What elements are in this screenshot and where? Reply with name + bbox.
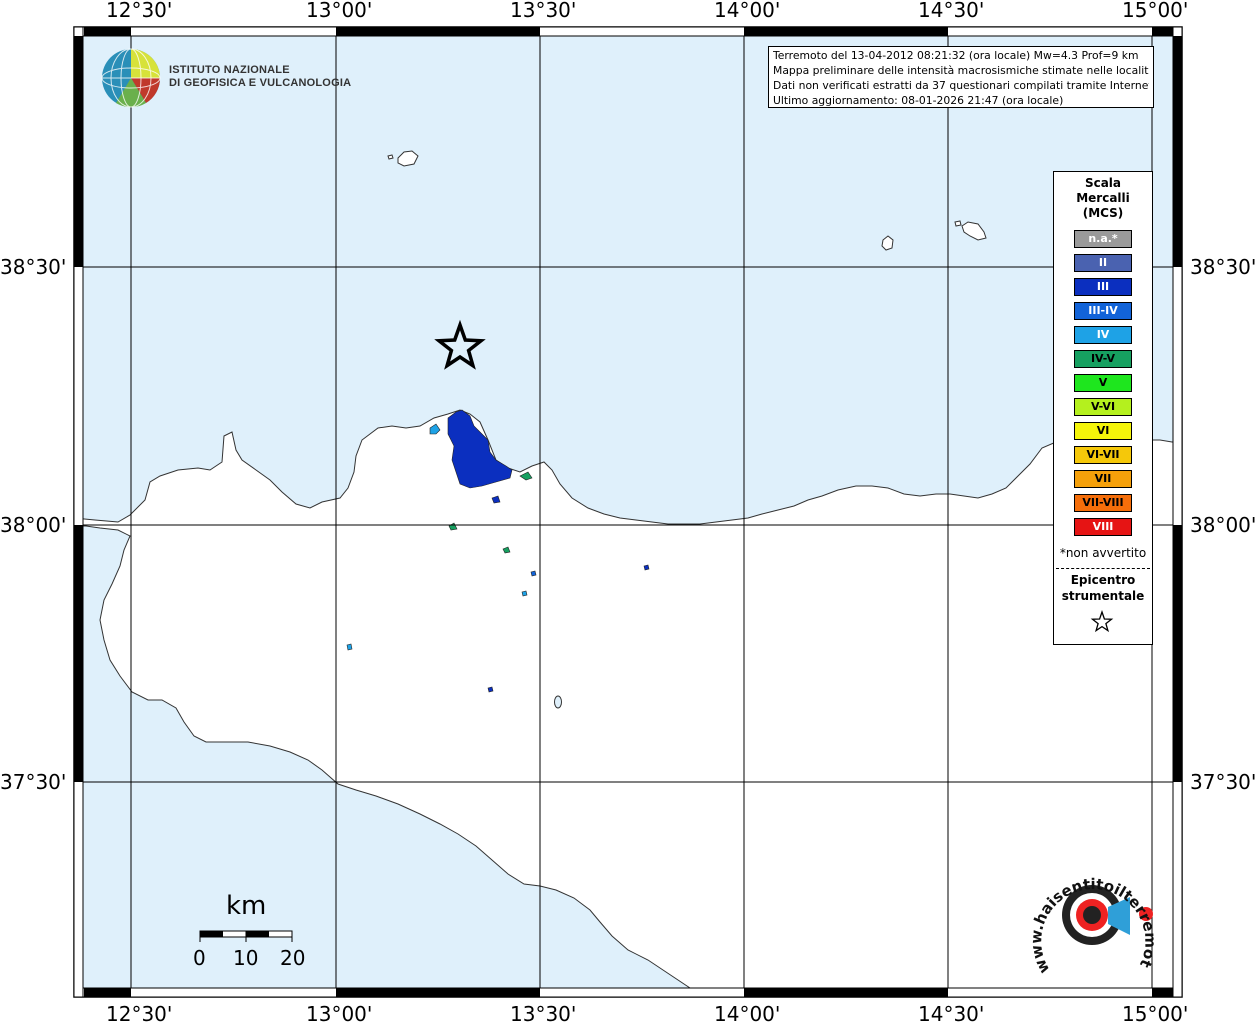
legend-swatch-12: VIII <box>1074 518 1132 536</box>
scale-bar-label-10: 10 <box>233 946 259 970</box>
legend-swatch-7: V-VI <box>1074 398 1132 416</box>
lon-label-bottom-3: 13°30' <box>510 1002 577 1026</box>
info-line-event: Terremoto del 13-04-2012 08:21:32 (ora l… <box>773 49 1139 62</box>
intensity-area-8 <box>487 686 494 693</box>
event-info-box: Terremoto del 13-04-2012 08:21:32 (ora l… <box>768 46 1154 108</box>
legend-epicenter-line2: strumentale <box>1061 589 1145 603</box>
ingv-line2: DI GEOFISICA E VULCANOLOGIA <box>169 77 352 89</box>
intensity-area-5 <box>521 590 528 597</box>
lon-label-top-4: 14°00' <box>714 0 781 22</box>
legend-swatch-2: III <box>1074 278 1132 296</box>
lon-label-top-3: 13°30' <box>510 0 577 22</box>
lat-label-left-2: 38°00' <box>0 513 67 537</box>
scale-bar-unit: km <box>226 891 267 921</box>
haisentito-logo-text: www.haisentitoilterremoto.it <box>1030 852 1159 977</box>
ingv-line1: ISTITUTO NAZIONALE <box>169 64 290 76</box>
scale-bar-label-0: 0 <box>193 946 206 970</box>
lat-label-left-1: 38°30' <box>0 255 67 279</box>
lon-label-top-1: 12°30' <box>106 0 173 22</box>
lon-label-top-6: 15°00' <box>1122 0 1189 22</box>
intensity-area-7 <box>346 643 353 651</box>
legend-note: *non avvertito <box>1059 546 1147 560</box>
legend-swatch-5: IV-V <box>1074 350 1132 368</box>
legend-swatch-6: V <box>1074 374 1132 392</box>
legend-swatch-3: III-IV <box>1074 302 1132 320</box>
legend-swatch-10: VII <box>1074 470 1132 488</box>
scale-bar-label-20: 20 <box>280 946 306 970</box>
legend-swatch-4: IV <box>1074 326 1132 344</box>
legend-swatch-9: VI-VII <box>1074 446 1132 464</box>
lon-label-bottom-4: 14°00' <box>714 1002 781 1026</box>
ingv-globe-icon <box>101 48 161 108</box>
lon-label-bottom-1: 12°30' <box>106 1002 173 1026</box>
legend-epicenter-label: Epicentro strumentale <box>1054 572 1152 604</box>
legend-swatch-8: VI <box>1074 422 1132 440</box>
intensity-legend: Scala Mercalli (MCS) n.a.* II III III-IV IV I… <box>1053 171 1153 645</box>
lon-label-bottom-5: 14°30' <box>918 1002 985 1026</box>
lon-label-top-5: 14°30' <box>918 0 985 22</box>
lat-label-left-3: 37°30' <box>0 770 67 794</box>
info-line-description: Mappa preliminare delle intensità macros… <box>773 64 1149 77</box>
islet-1 <box>387 154 394 160</box>
legend-star-icon <box>1090 610 1114 633</box>
legend-epicenter-line1: Epicentro <box>1070 573 1136 587</box>
lon-label-bottom-6: 15°00' <box>1122 1002 1189 1026</box>
haisentito-url: www.haisentitoilterremoto.it <box>1030 852 1159 977</box>
lat-label-right-1: 38°30' <box>1190 255 1255 279</box>
legend-swatch-1: II <box>1074 254 1132 272</box>
info-line-data-source: Dati non verificati estratti da 37 quest… <box>773 79 1149 92</box>
legend-title-line3: (MCS) <box>1082 206 1124 220</box>
intensity-area-6 <box>643 564 650 571</box>
legend-title: Scala Mercalli (MCS) <box>1054 176 1152 221</box>
legend-swatch-0: n.a.* <box>1074 230 1132 248</box>
lat-label-right-3: 37°30' <box>1190 770 1255 794</box>
legend-title-line2: Mercalli <box>1076 191 1130 205</box>
legend-title-line1: Scala <box>1084 176 1122 190</box>
lat-label-right-2: 38°00' <box>1190 513 1255 537</box>
intensity-area-4 <box>530 570 537 577</box>
ingv-logo-text: ISTITUTO NAZIONALE DI GEOFISICA E VULCAN… <box>169 64 351 90</box>
legend-swatch-11: VII-VIII <box>1074 494 1132 512</box>
lon-label-top-2: 13°00' <box>306 0 373 22</box>
inland-lake <box>554 695 562 709</box>
svg-text:www.haisentitoilterremoto.it: www.haisentitoilterremoto.it <box>1030 852 1159 977</box>
islet-2 <box>954 220 962 227</box>
info-line-updated: Ultimo aggiornamento: 08-01-2026 21:47 (… <box>773 94 1064 107</box>
legend-separator <box>1056 568 1150 569</box>
lon-label-bottom-2: 13°00' <box>306 1002 373 1026</box>
